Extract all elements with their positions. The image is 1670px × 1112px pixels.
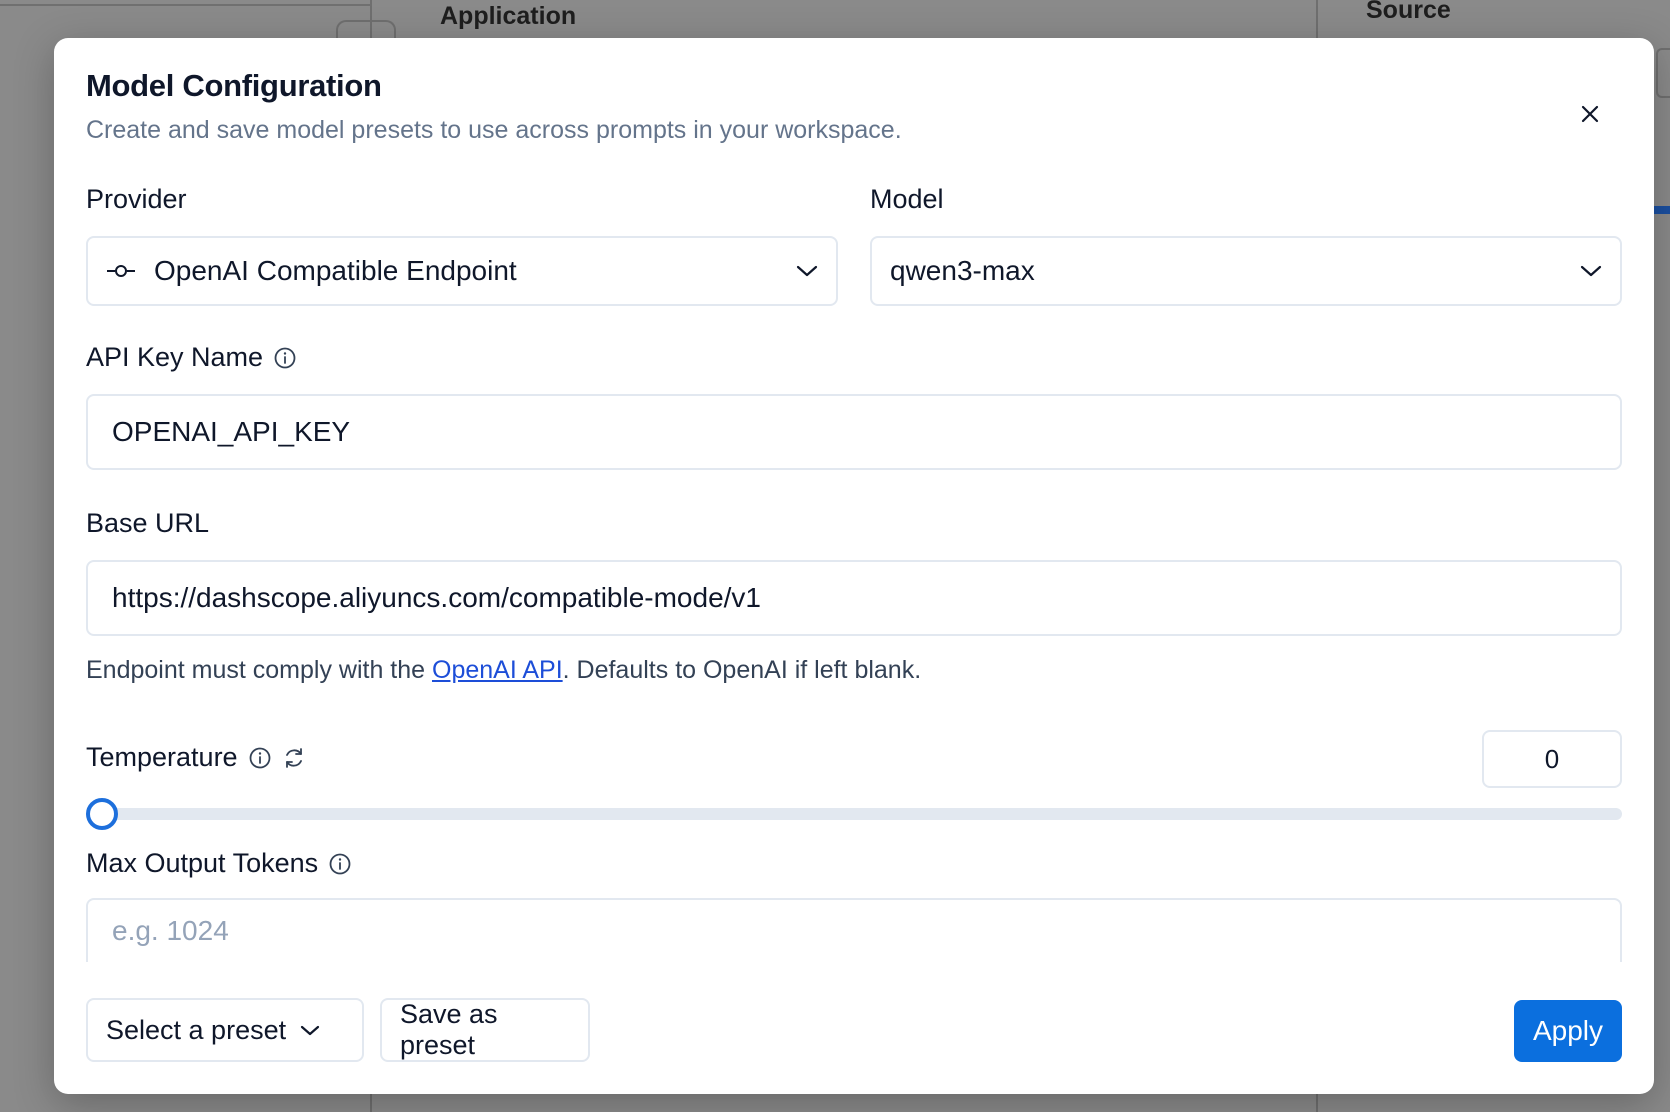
temperature-slider-track[interactable] bbox=[86, 808, 1622, 820]
temperature-input[interactable]: 0 bbox=[1482, 730, 1622, 788]
model-configuration-dialog: Model Configuration Create and save mode… bbox=[54, 38, 1654, 1094]
background-column-header-source: Source bbox=[1366, 0, 1451, 24]
info-icon[interactable] bbox=[248, 746, 272, 770]
temperature-slider-thumb[interactable] bbox=[86, 798, 118, 830]
base-url-label: Base URL bbox=[86, 508, 209, 539]
base-url-label-text: Base URL bbox=[86, 508, 210, 538]
background-input-edge bbox=[1656, 48, 1670, 98]
temperature-label: Temperature bbox=[86, 742, 306, 773]
endpoint-icon bbox=[107, 265, 135, 277]
model-select[interactable]: qwen3-max bbox=[870, 236, 1622, 306]
info-icon[interactable] bbox=[328, 852, 352, 876]
provider-label: Provider bbox=[86, 184, 187, 215]
model-label-text: Model bbox=[870, 184, 944, 214]
max-output-tokens-label: Max Output Tokens bbox=[86, 848, 352, 879]
info-icon[interactable] bbox=[273, 346, 297, 370]
api-key-name-input[interactable]: OPENAI_API_KEY bbox=[86, 394, 1622, 470]
close-icon bbox=[1581, 105, 1599, 123]
temperature-label-text: Temperature bbox=[86, 742, 238, 772]
background-column-header-application: Application bbox=[440, 2, 577, 30]
model-select-value: qwen3-max bbox=[890, 255, 1035, 286]
help-text-prefix: Endpoint must comply with the bbox=[86, 656, 432, 684]
chevron-down-icon bbox=[300, 1024, 320, 1037]
api-key-name-label-text: API Key Name bbox=[86, 342, 264, 372]
background-accent-bar bbox=[1652, 206, 1670, 214]
base-url-help-text: Endpoint must comply with the OpenAI API… bbox=[86, 656, 921, 685]
provider-select[interactable]: OpenAI Compatible Endpoint bbox=[86, 236, 838, 306]
dialog-title: Model Configuration bbox=[86, 68, 382, 103]
preset-select[interactable]: Select a preset bbox=[86, 998, 364, 1062]
preset-select-label: Select a preset bbox=[106, 1014, 287, 1045]
chevron-down-icon bbox=[1580, 264, 1602, 278]
provider-select-value: OpenAI Compatible Endpoint bbox=[154, 255, 517, 286]
save-as-preset-button[interactable]: Save as preset bbox=[380, 998, 590, 1062]
apply-button[interactable]: Apply bbox=[1514, 1000, 1622, 1062]
save-as-preset-label: Save as preset bbox=[400, 999, 498, 1060]
base-url-input[interactable]: https://dashscope.aliyuncs.com/compatibl… bbox=[86, 560, 1622, 636]
model-label: Model bbox=[870, 184, 944, 215]
help-text-suffix: . Defaults to OpenAI if left blank. bbox=[562, 656, 922, 684]
openai-api-link[interactable]: OpenAI API bbox=[432, 656, 563, 684]
reset-icon[interactable] bbox=[282, 746, 306, 770]
chevron-down-icon bbox=[796, 264, 818, 278]
dialog-subtitle: Create and save model presets to use acr… bbox=[86, 116, 902, 144]
max-output-tokens-label-text: Max Output Tokens bbox=[86, 848, 319, 878]
max-output-tokens-input[interactable]: e.g. 1024 bbox=[86, 898, 1622, 962]
close-button[interactable] bbox=[1570, 94, 1610, 134]
background-divider bbox=[0, 4, 370, 6]
api-key-name-label: API Key Name bbox=[86, 342, 297, 373]
provider-label-text: Provider bbox=[86, 184, 187, 214]
